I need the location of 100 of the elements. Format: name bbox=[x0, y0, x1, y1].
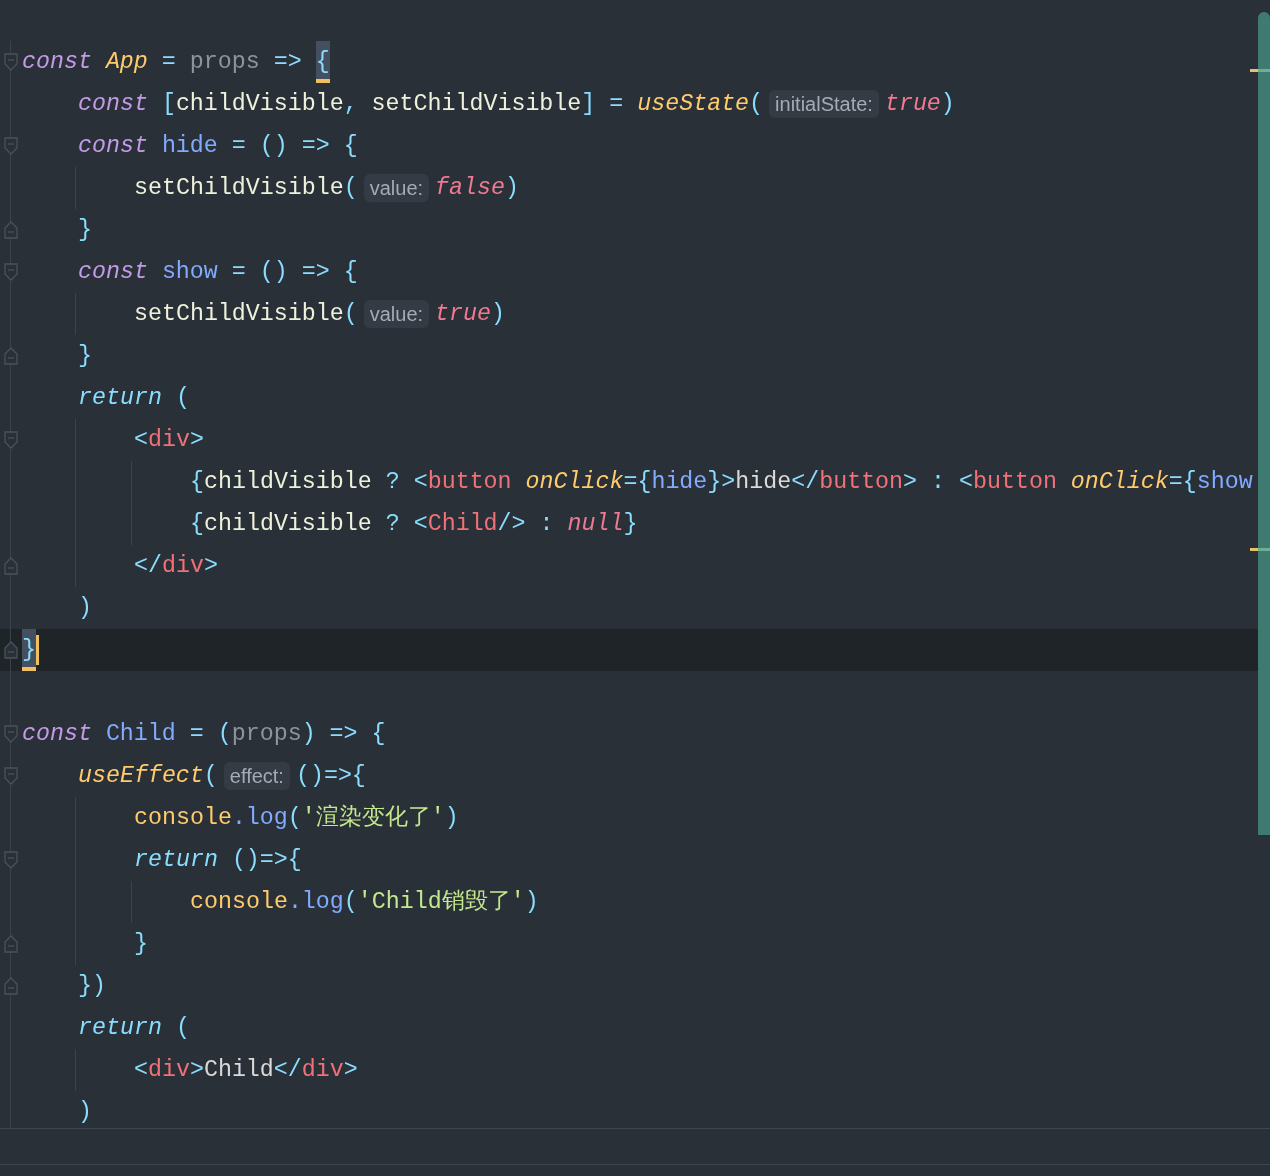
code-punctuation: > bbox=[189, 426, 204, 455]
code-keyword: const bbox=[22, 48, 93, 77]
code-punctuation: { bbox=[190, 510, 204, 539]
code-punctuation: }) bbox=[78, 972, 106, 1001]
code-tag: button bbox=[427, 461, 526, 503]
code-string: 'Child销毁了' bbox=[357, 888, 525, 917]
code-punctuation: ? < bbox=[385, 468, 428, 497]
collapse-icon[interactable] bbox=[4, 53, 18, 71]
inlay-hint: initialState: bbox=[769, 90, 879, 118]
code-punctuation: ) => { bbox=[301, 720, 386, 749]
code-punctuation: ( bbox=[343, 174, 358, 203]
code-punctuation: < bbox=[134, 1056, 148, 1085]
code-punctuation: => bbox=[272, 48, 303, 77]
collapse-icon[interactable] bbox=[4, 977, 18, 995]
code-identifier: childVisible bbox=[175, 90, 344, 119]
code-identifier: useEffect bbox=[78, 762, 204, 791]
code-punctuation: ={ bbox=[1168, 468, 1197, 497]
collapse-icon[interactable] bbox=[4, 935, 18, 953]
code-literal: null bbox=[567, 510, 624, 539]
code-punctuation: ] = bbox=[581, 90, 625, 119]
inlay-hint: effect: bbox=[223, 762, 290, 790]
code-identifier: childVisible bbox=[204, 510, 373, 539]
code-punctuation: = bbox=[160, 48, 177, 77]
code-keyword: const bbox=[22, 720, 93, 749]
code-punctuation: </ bbox=[791, 468, 820, 497]
code-string: '渲染变化了' bbox=[301, 803, 445, 833]
collapse-icon[interactable] bbox=[4, 431, 18, 449]
code-punctuation: }> bbox=[707, 468, 736, 497]
code-keyword: const bbox=[78, 258, 149, 287]
code-text: hide bbox=[735, 468, 792, 497]
code-identifier: App bbox=[105, 48, 148, 77]
code-identifier: setChildVisible bbox=[134, 300, 344, 329]
collapse-icon[interactable] bbox=[4, 347, 18, 365]
code-tag: button bbox=[973, 461, 1071, 503]
collapse-icon[interactable] bbox=[4, 767, 18, 785]
code-punctuation: } bbox=[134, 930, 148, 959]
code-punctuation: } bbox=[22, 629, 36, 671]
code-keyword: const bbox=[78, 132, 149, 161]
code-keyword: return bbox=[134, 846, 219, 875]
code-punctuation: ( bbox=[203, 762, 218, 791]
code-punctuation: } bbox=[78, 216, 92, 245]
code-punctuation: ()=>{ bbox=[295, 762, 366, 791]
collapse-icon[interactable] bbox=[4, 263, 18, 281]
marker-stripe[interactable] bbox=[1250, 548, 1270, 551]
code-tag: div bbox=[148, 1049, 190, 1091]
code-identifier: setChildVisible bbox=[134, 174, 344, 203]
code-tag: div bbox=[161, 545, 204, 587]
code-punctuation: ={ bbox=[623, 468, 652, 497]
collapse-icon[interactable] bbox=[4, 221, 18, 239]
code-tag: button bbox=[819, 461, 904, 503]
code-punctuation: > bbox=[343, 1056, 358, 1085]
code-tag: div bbox=[301, 1049, 344, 1091]
code-tag: Child bbox=[427, 503, 498, 545]
collapse-icon[interactable] bbox=[4, 137, 18, 155]
code-literal: true bbox=[884, 90, 941, 119]
collapse-icon[interactable] bbox=[4, 725, 18, 743]
code-punctuation: ( bbox=[175, 384, 190, 413]
code-punctuation: ) bbox=[524, 888, 539, 917]
collapse-icon[interactable] bbox=[4, 557, 18, 575]
code-identifier: props bbox=[189, 48, 260, 77]
scroll-thumb[interactable] bbox=[1258, 12, 1270, 835]
code-literal: false bbox=[435, 174, 505, 203]
code-identifier: useState bbox=[637, 90, 750, 119]
marker-stripe[interactable] bbox=[1250, 69, 1270, 72]
code-attribute: onClick bbox=[1070, 468, 1169, 497]
code-punctuation: ( bbox=[343, 888, 358, 917]
code-punctuation: = () => { bbox=[230, 258, 358, 287]
code-punctuation: } bbox=[623, 510, 638, 539]
code-identifier: childVisible bbox=[204, 468, 373, 497]
code-punctuation: { bbox=[315, 41, 330, 83]
code-punctuation: ) bbox=[505, 174, 519, 203]
code-punctuation: </ bbox=[134, 552, 162, 581]
text-cursor bbox=[36, 635, 39, 665]
code-punctuation: = () => { bbox=[230, 132, 358, 161]
code-tag: div bbox=[148, 419, 190, 461]
code-identifier: console bbox=[190, 888, 288, 917]
code-keyword: return bbox=[78, 1014, 163, 1043]
code-identifier: show bbox=[1196, 468, 1253, 497]
code-keyword: const bbox=[78, 90, 149, 119]
code-punctuation: < bbox=[134, 426, 148, 455]
code-punctuation: ( bbox=[287, 804, 302, 833]
code-punctuation: ) bbox=[78, 594, 92, 623]
code-punctuation: > bbox=[189, 1056, 204, 1085]
code-keyword: return bbox=[78, 384, 163, 413]
code-identifier: Child bbox=[105, 720, 176, 749]
code-identifier: props bbox=[231, 720, 302, 749]
code-punctuation: ? < bbox=[385, 510, 428, 539]
code-punctuation: > bbox=[203, 552, 218, 581]
code-text: Child bbox=[203, 1056, 274, 1085]
code-punctuation: = ( bbox=[188, 720, 232, 749]
code-punctuation: > : < bbox=[903, 468, 973, 497]
code-punctuation: ) bbox=[78, 1098, 92, 1127]
code-punctuation: ( bbox=[749, 90, 764, 119]
collapse-icon[interactable] bbox=[4, 851, 18, 869]
code-identifier: .log bbox=[231, 804, 288, 833]
code-attribute: onClick bbox=[525, 468, 624, 497]
collapse-icon[interactable] bbox=[4, 641, 18, 659]
code-punctuation: [ bbox=[161, 90, 176, 119]
code-punctuation: ) bbox=[491, 300, 505, 329]
code-punctuation: { bbox=[190, 468, 204, 497]
